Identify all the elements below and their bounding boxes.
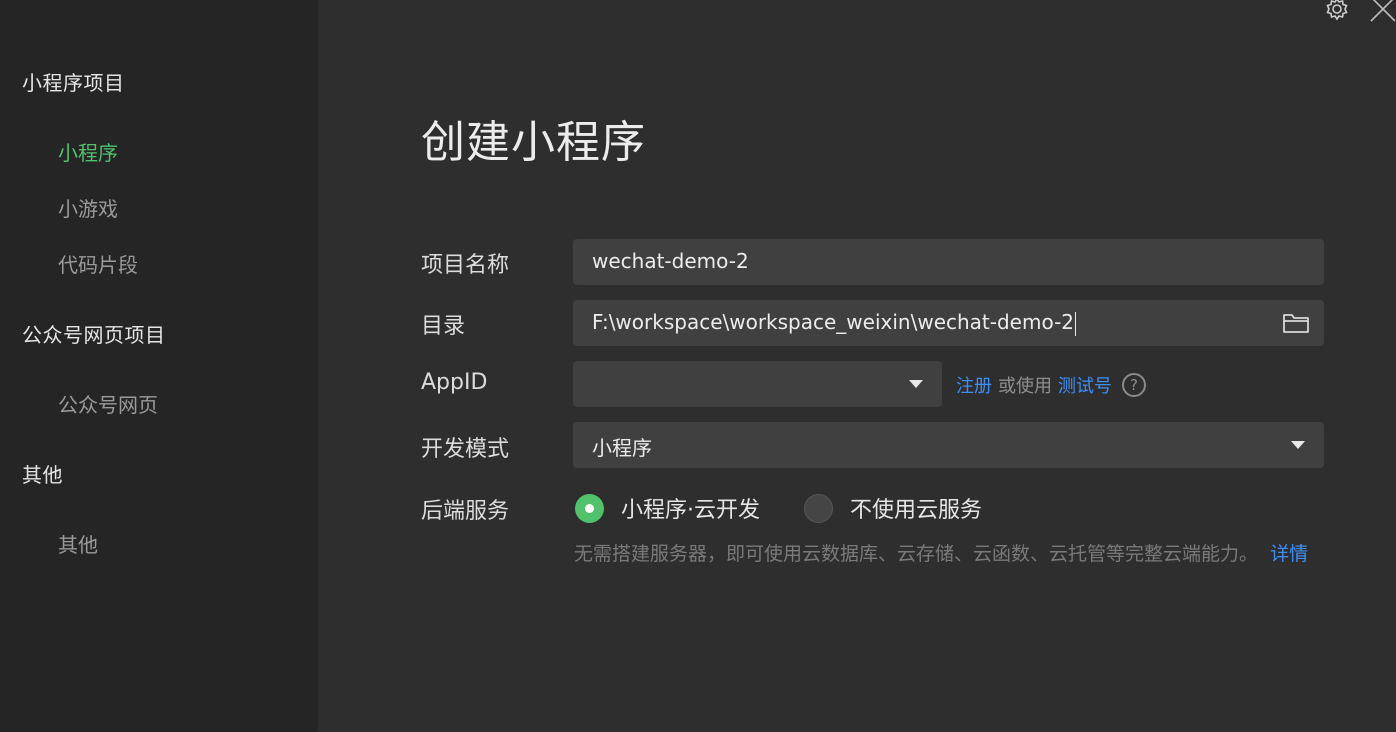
chevron-down-icon <box>909 380 923 388</box>
project-name-input[interactable]: wechat-demo-2 <box>573 239 1324 285</box>
backend-radio-group: 小程序·云开发 不使用云服务 <box>575 492 982 524</box>
appid-label: AppID <box>421 370 488 395</box>
directory-input[interactable]: F:\workspace\workspace_weixin\wechat-dem… <box>573 300 1324 346</box>
sidebar-category-other: 其他 <box>22 463 63 487</box>
folder-icon[interactable] <box>1282 311 1310 335</box>
sidebar-item-code-snippet[interactable]: 代码片段 <box>58 249 138 278</box>
radio-option-cloud-dev[interactable]: 小程序·云开发 <box>575 492 760 524</box>
radio-label-no-cloud: 不使用云服务 <box>850 498 983 523</box>
directory-value-wrap: F:\workspace\workspace_weixin\wechat-dem… <box>592 310 1077 336</box>
sidebar-item-official-account-webpage[interactable]: 公众号网页 <box>58 389 158 418</box>
dev-mode-select[interactable]: 小程序 <box>573 422 1324 468</box>
page-title: 创建小程序 <box>421 117 646 168</box>
backend-service-label: 后端服务 <box>421 499 510 524</box>
help-icon[interactable]: ? <box>1122 373 1146 397</box>
project-name-label: 项目名称 <box>421 253 510 278</box>
radio-checked-icon[interactable] <box>575 493 604 523</box>
radio-label-cloud-dev: 小程序·云开发 <box>621 498 760 523</box>
sidebar-item-other[interactable]: 其他 <box>58 529 98 558</box>
sidebar-category-miniprogram-projects: 小程序项目 <box>22 71 125 95</box>
text-caret <box>1075 311 1077 336</box>
or-use-text: 或使用 <box>998 376 1052 397</box>
chevron-down-icon <box>1291 441 1305 449</box>
radio-option-no-cloud[interactable]: 不使用云服务 <box>804 492 982 524</box>
directory-value: F:\workspace\workspace_weixin\wechat-dem… <box>592 310 1075 334</box>
appid-select[interactable] <box>573 361 942 407</box>
radio-unchecked-icon[interactable] <box>804 493 833 523</box>
directory-label: 目录 <box>421 314 466 339</box>
create-project-window: 小程序项目 小程序 小游戏 代码片段 公众号网页项目 公众号网页 其他 其他 创… <box>0 0 1396 732</box>
sidebar-category-official-account-projects: 公众号网页项目 <box>22 323 166 347</box>
dev-mode-label: 开发模式 <box>421 437 510 462</box>
test-account-link[interactable]: 测试号 <box>1058 372 1112 398</box>
close-icon[interactable] <box>1368 0 1396 24</box>
register-link[interactable]: 注册 <box>956 372 992 398</box>
appid-links: 注册 或使用 测试号 ? <box>956 372 1146 398</box>
project-name-value: wechat-demo-2 <box>592 249 749 273</box>
sidebar-item-minigame[interactable]: 小游戏 <box>58 193 118 222</box>
sidebar: 小程序项目 小程序 小游戏 代码片段 公众号网页项目 公众号网页 其他 其他 <box>0 0 318 732</box>
sidebar-item-miniprogram[interactable]: 小程序 <box>58 137 118 166</box>
backend-description: 无需搭建服务器，即可使用云数据库、云存储、云函数、云托管等完整云端能力。 详情 <box>574 538 1324 571</box>
gear-icon[interactable] <box>1324 0 1350 22</box>
backend-description-text: 无需搭建服务器，即可使用云数据库、云存储、云函数、云托管等完整云端能力。 <box>574 543 1259 565</box>
details-link[interactable]: 详情 <box>1270 543 1308 565</box>
dev-mode-value: 小程序 <box>592 436 652 460</box>
